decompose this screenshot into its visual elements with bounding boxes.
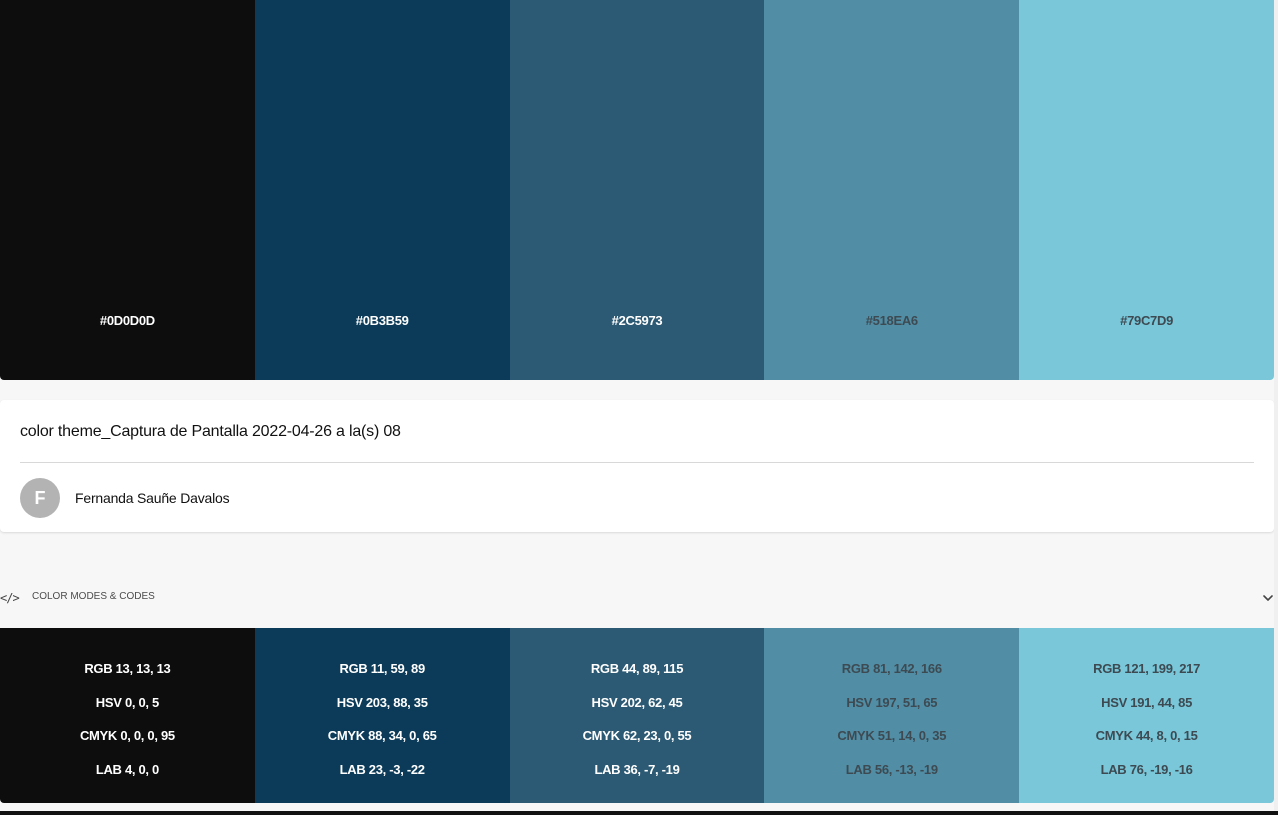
swatch-hex-label[interactable]: #0D0D0D xyxy=(0,313,255,328)
color-swatch-1[interactable]: #0D0D0D xyxy=(0,0,255,380)
color-code-column-5: RGB 121, 199, 217 HSV 191, 44, 85 CMYK 4… xyxy=(1019,628,1274,803)
color-modes-toggle[interactable]: </> COLOR MODES & CODES xyxy=(0,588,1274,608)
scrollbar-track[interactable] xyxy=(1274,0,1278,811)
rgb-value[interactable]: RGB 44, 89, 115 xyxy=(510,661,765,676)
color-palette: #0D0D0D #0B3B59 #2C5973 #518EA6 #79C7D9 xyxy=(0,0,1274,380)
cmyk-value[interactable]: CMYK 88, 34, 0, 65 xyxy=(255,728,510,743)
color-swatch-3[interactable]: #2C5973 xyxy=(509,0,765,380)
divider xyxy=(20,462,1254,463)
rgb-value[interactable]: RGB 121, 199, 217 xyxy=(1019,661,1274,676)
color-swatch-4[interactable]: #518EA6 xyxy=(764,0,1020,380)
hsv-value[interactable]: HSV 197, 51, 65 xyxy=(764,695,1019,710)
color-swatch-5[interactable]: #79C7D9 xyxy=(1019,0,1274,380)
color-code-column-2: RGB 11, 59, 89 HSV 203, 88, 35 CMYK 88, … xyxy=(254,628,510,803)
color-code-column-1: RGB 13, 13, 13 HSV 0, 0, 5 CMYK 0, 0, 0,… xyxy=(0,628,255,803)
swatch-hex-label[interactable]: #2C5973 xyxy=(510,313,765,328)
chevron-down-icon[interactable] xyxy=(1262,592,1274,604)
avatar[interactable]: F xyxy=(20,478,60,518)
hsv-value[interactable]: HSV 191, 44, 85 xyxy=(1019,695,1274,710)
color-swatch-2[interactable]: #0B3B59 xyxy=(254,0,510,380)
avatar-initial: F xyxy=(34,487,46,508)
rgb-value[interactable]: RGB 13, 13, 13 xyxy=(0,661,255,676)
cmyk-value[interactable]: CMYK 0, 0, 0, 95 xyxy=(0,728,255,743)
hsv-value[interactable]: HSV 203, 88, 35 xyxy=(255,695,510,710)
color-codes-panel: RGB 13, 13, 13 HSV 0, 0, 5 CMYK 0, 0, 0,… xyxy=(0,628,1274,803)
cmyk-value[interactable]: CMYK 44, 8, 0, 15 xyxy=(1019,728,1274,743)
cmyk-value[interactable]: CMYK 51, 14, 0, 35 xyxy=(764,728,1019,743)
swatch-hex-label[interactable]: #518EA6 xyxy=(764,313,1019,328)
color-code-column-3: RGB 44, 89, 115 HSV 202, 62, 45 CMYK 62,… xyxy=(509,628,765,803)
cmyk-value[interactable]: CMYK 62, 23, 0, 55 xyxy=(510,728,765,743)
swatch-hex-label[interactable]: #0B3B59 xyxy=(255,313,510,328)
hsv-value[interactable]: HSV 0, 0, 5 xyxy=(0,695,255,710)
author-name-link[interactable]: Fernanda Sauñe Davalos xyxy=(75,490,230,506)
color-code-column-4: RGB 81, 142, 166 HSV 197, 51, 65 CMYK 51… xyxy=(764,628,1020,803)
code-icon: </> xyxy=(0,591,20,605)
theme-info-card: color theme_Captura de Pantalla 2022-04-… xyxy=(0,400,1274,532)
lab-value[interactable]: LAB 23, -3, -22 xyxy=(255,762,510,777)
lab-value[interactable]: LAB 4, 0, 0 xyxy=(0,762,255,777)
color-modes-label: COLOR MODES & CODES xyxy=(32,591,155,602)
bottom-bar xyxy=(0,811,1278,815)
swatch-hex-label[interactable]: #79C7D9 xyxy=(1019,313,1274,328)
lab-value[interactable]: LAB 56, -13, -19 xyxy=(764,762,1019,777)
hsv-value[interactable]: HSV 202, 62, 45 xyxy=(510,695,765,710)
rgb-value[interactable]: RGB 11, 59, 89 xyxy=(255,661,510,676)
theme-title: color theme_Captura de Pantalla 2022-04-… xyxy=(20,423,401,440)
lab-value[interactable]: LAB 76, -19, -16 xyxy=(1019,762,1274,777)
lab-value[interactable]: LAB 36, -7, -19 xyxy=(510,762,765,777)
rgb-value[interactable]: RGB 81, 142, 166 xyxy=(764,661,1019,676)
